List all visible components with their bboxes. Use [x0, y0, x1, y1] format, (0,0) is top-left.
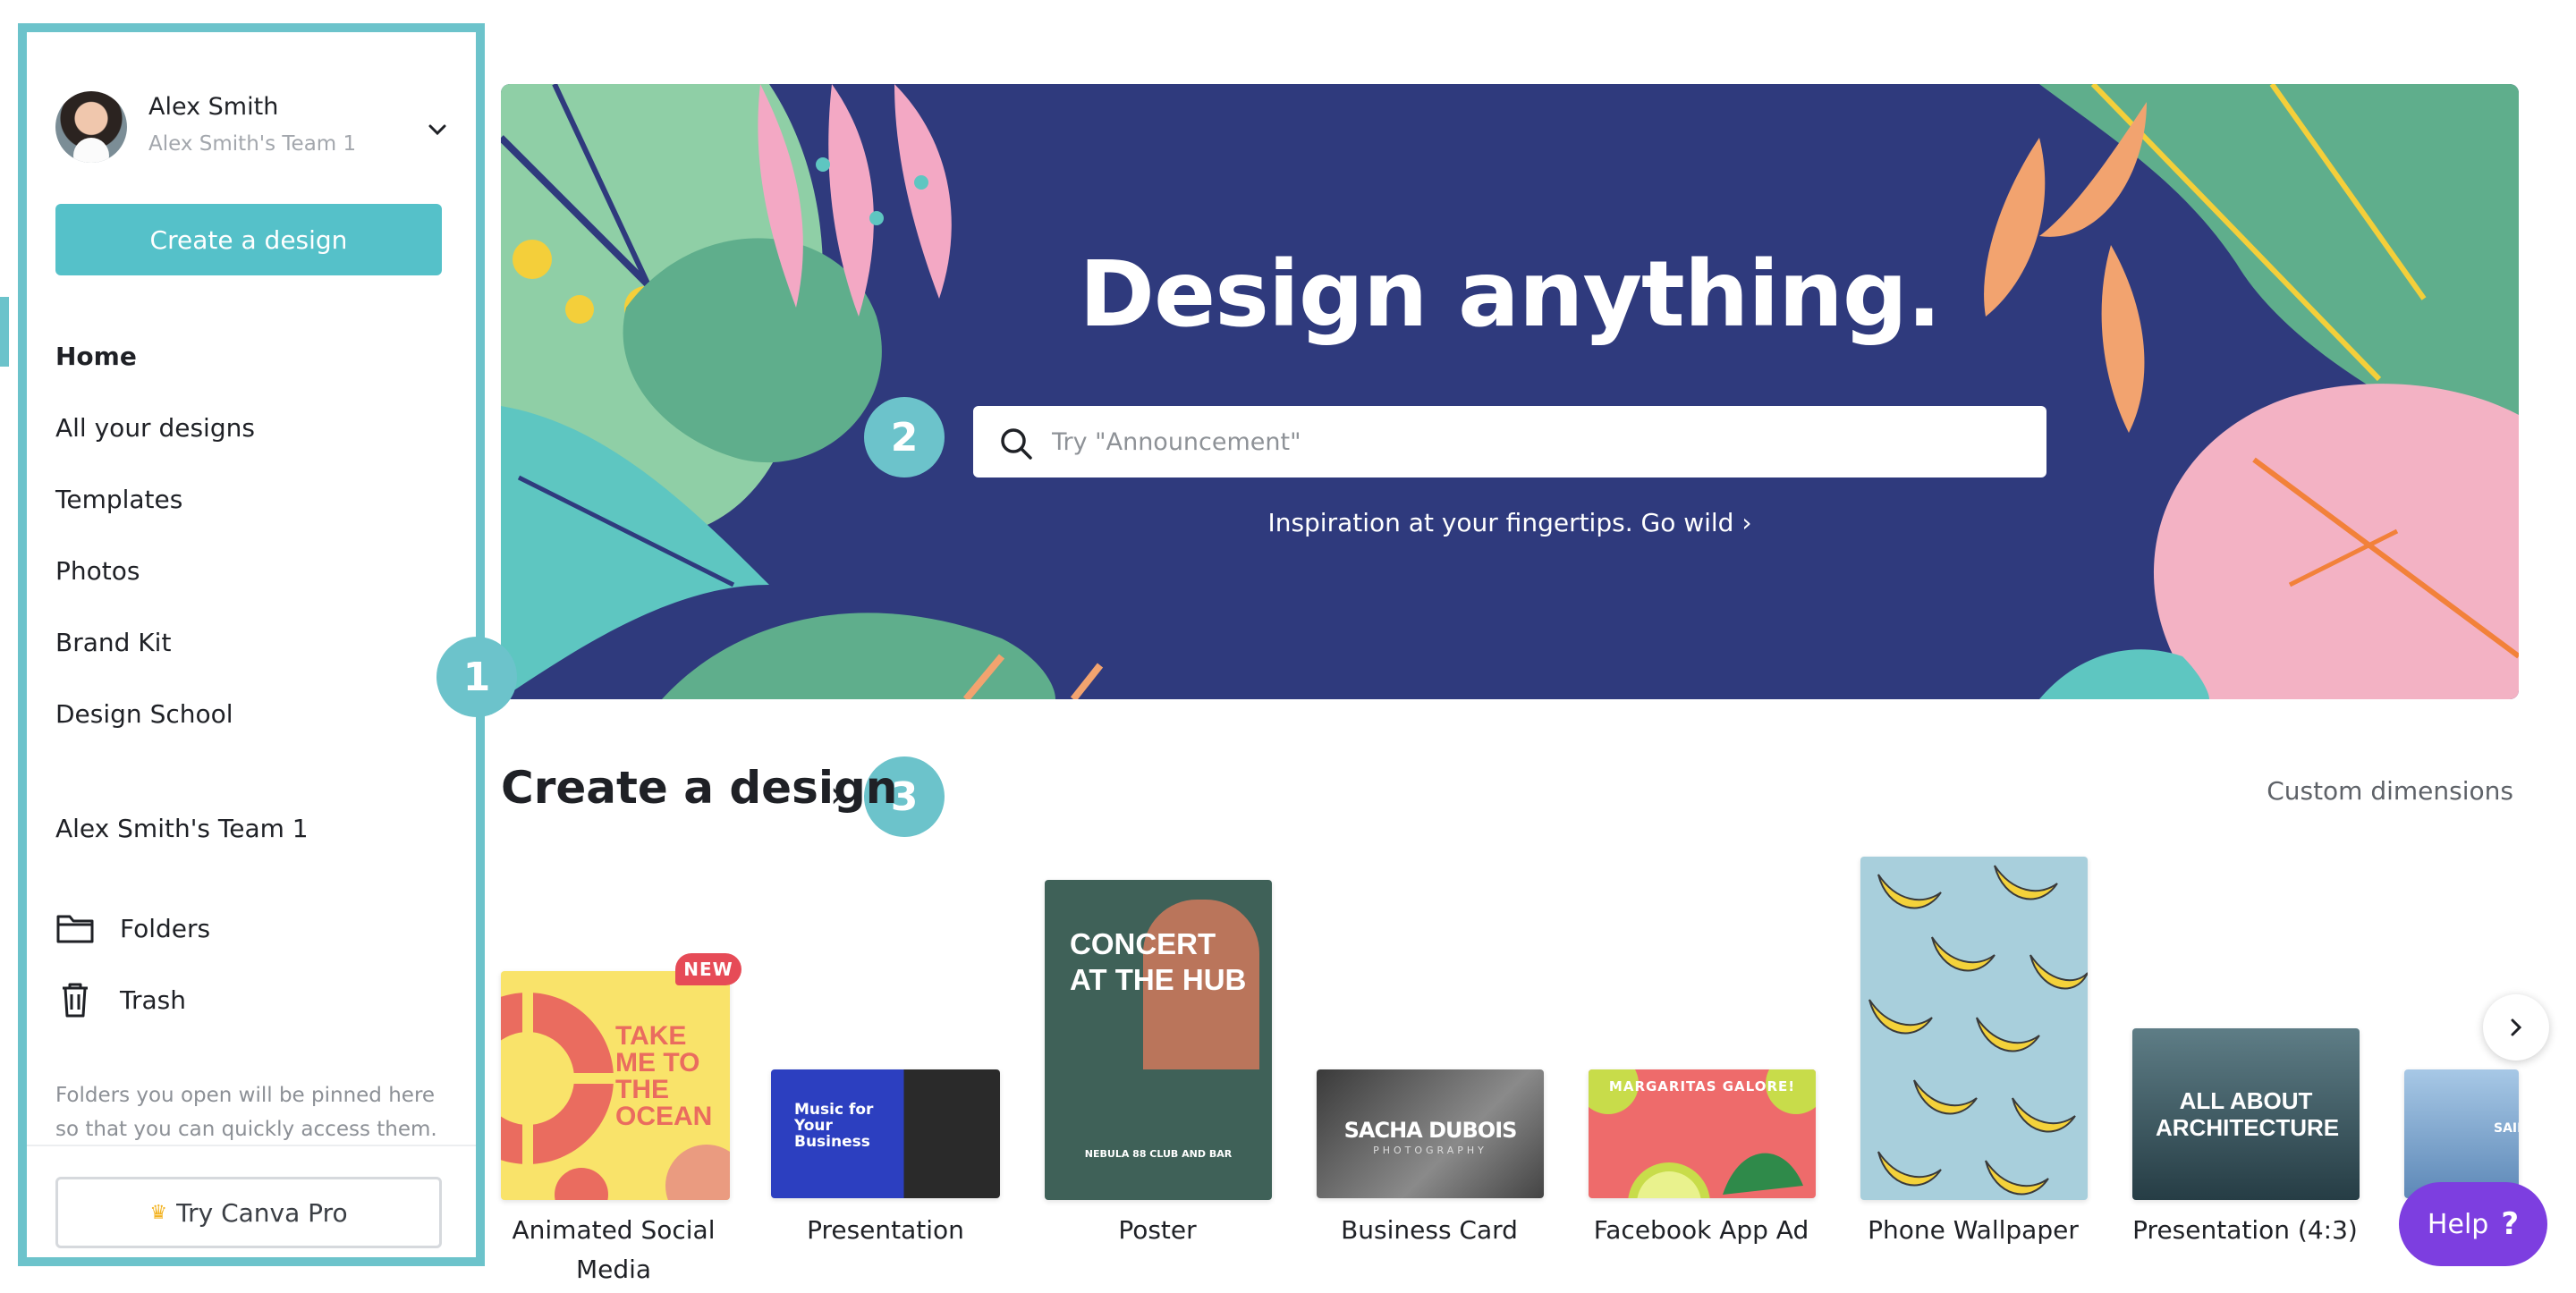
search-bar[interactable] — [973, 406, 2046, 477]
design-type-label[interactable]: Presentation — [769, 1211, 1002, 1250]
create-design-button[interactable]: Create a design — [55, 204, 442, 275]
design-type-label[interactable]: Facebook App Ad — [1585, 1211, 1818, 1250]
profile-name: Alex Smith — [148, 93, 279, 121]
try-canva-pro-label: Try Canva Pro — [176, 1197, 348, 1228]
step-badge-2: 2 — [864, 397, 945, 477]
thumb-text: Music for Your Business — [794, 1101, 874, 1151]
sidebar-item-design-school[interactable]: Design School — [55, 699, 233, 729]
design-type-label[interactable]: Presentation (4:3) — [2129, 1211, 2361, 1250]
avatar — [55, 91, 127, 163]
design-type-presentation-thumb[interactable]: Music for Your Business — [771, 1069, 1000, 1198]
pinned-folders-hint: Folders you open will be pinned here so … — [55, 1084, 437, 1141]
design-type-poster-thumb[interactable]: CONCERT AT THE HUB NEBULA 88 CLUB AND BA… — [1045, 880, 1272, 1200]
thumb-text: CONCERT AT THE HUB — [1070, 927, 1247, 996]
design-type-animated-social-thumb[interactable]: TAKE ME TO THE OCEAN — [501, 971, 730, 1200]
design-type-label[interactable]: Poster — [1041, 1211, 1274, 1250]
try-canva-pro-button[interactable]: ♛ Try Canva Pro — [55, 1177, 442, 1248]
thumb-subtext: PHOTOGRAPHY — [1373, 1145, 1487, 1156]
hero-title: Design anything. — [1079, 241, 1941, 348]
sidebar-item-all-designs[interactable]: All your designs — [55, 413, 255, 443]
inspiration-link[interactable]: Inspiration at your fingertips. Go wild … — [501, 508, 2519, 537]
search-icon — [1001, 428, 1032, 460]
thumb-text: SAIL — [2494, 1121, 2519, 1136]
question-icon: ? — [2501, 1206, 2520, 1242]
chevron-right-icon[interactable]: › — [830, 774, 844, 816]
sidebar-item-photos[interactable]: Photos — [55, 556, 140, 586]
tropical-leaves-illustration — [501, 84, 2519, 699]
sidebar-item-trash[interactable]: Trash — [55, 980, 186, 1019]
folders-label: Folders — [120, 913, 211, 943]
design-type-facebook-ad-thumb[interactable]: MARGARITAS GALORE! — [1589, 1069, 1816, 1198]
design-type-phone-wallpaper-thumb[interactable] — [1860, 857, 2088, 1200]
hero-banner: Design anything. Inspiration at your fin… — [501, 84, 2519, 699]
custom-dimensions-link[interactable]: Custom dimensions — [2267, 776, 2513, 806]
design-type-partial-thumb[interactable]: SAIL — [2404, 1069, 2519, 1198]
thumb-subtext: NEBULA 88 CLUB AND BAR — [1084, 1148, 1233, 1160]
sidebar-edge-tab — [0, 297, 9, 367]
sidebar-item-brand-kit[interactable]: Brand Kit — [55, 628, 171, 657]
design-type-label[interactable]: Business Card — [1313, 1211, 1546, 1250]
thumb-text: TAKE ME TO THE OCEAN — [615, 1021, 713, 1131]
help-label: Help — [2427, 1208, 2489, 1240]
profile-team: Alex Smith's Team 1 — [148, 132, 357, 156]
new-badge: NEW — [675, 953, 741, 985]
trash-label: Trash — [120, 985, 186, 1015]
sidebar: Alex Smith Alex Smith's Team 1 Create a … — [18, 23, 485, 1266]
design-type-label[interactable]: Phone Wallpaper — [1857, 1211, 2089, 1250]
folder-icon — [56, 915, 94, 943]
sidebar-item-team[interactable]: Alex Smith's Team 1 — [55, 814, 309, 843]
banana-pattern — [1868, 865, 2088, 1196]
search-input[interactable] — [1052, 406, 2027, 477]
chevron-right-icon — [2511, 1018, 2522, 1036]
carousel-next-button[interactable] — [2483, 994, 2549, 1061]
sidebar-item-folders[interactable]: Folders — [55, 908, 210, 948]
trash-icon — [63, 983, 88, 1018]
thumb-text: ALL ABOUT ARCHITECTURE — [2156, 1087, 2340, 1141]
sidebar-item-home[interactable]: Home — [55, 342, 137, 371]
design-type-presentation-43-thumb[interactable]: ALL ABOUT ARCHITECTURE — [2132, 1028, 2360, 1200]
thumb-text: SACHA DUBOIS — [1343, 1118, 1518, 1143]
sidebar-divider — [27, 1145, 476, 1146]
thumb-text: MARGARITAS GALORE! — [1608, 1078, 1796, 1094]
sidebar-item-templates[interactable]: Templates — [55, 485, 182, 514]
crown-icon: ♛ — [149, 1201, 168, 1224]
design-type-label[interactable]: Animated Social Media — [497, 1211, 730, 1289]
chevron-down-icon[interactable] — [424, 116, 451, 143]
account-switcher[interactable]: Alex Smith Alex Smith's Team 1 — [55, 91, 467, 166]
step-badge-1: 1 — [436, 637, 517, 717]
help-button[interactable]: Help ? — [2399, 1182, 2547, 1266]
design-type-business-card-thumb[interactable]: SACHA DUBOIS PHOTOGRAPHY — [1317, 1069, 1544, 1198]
